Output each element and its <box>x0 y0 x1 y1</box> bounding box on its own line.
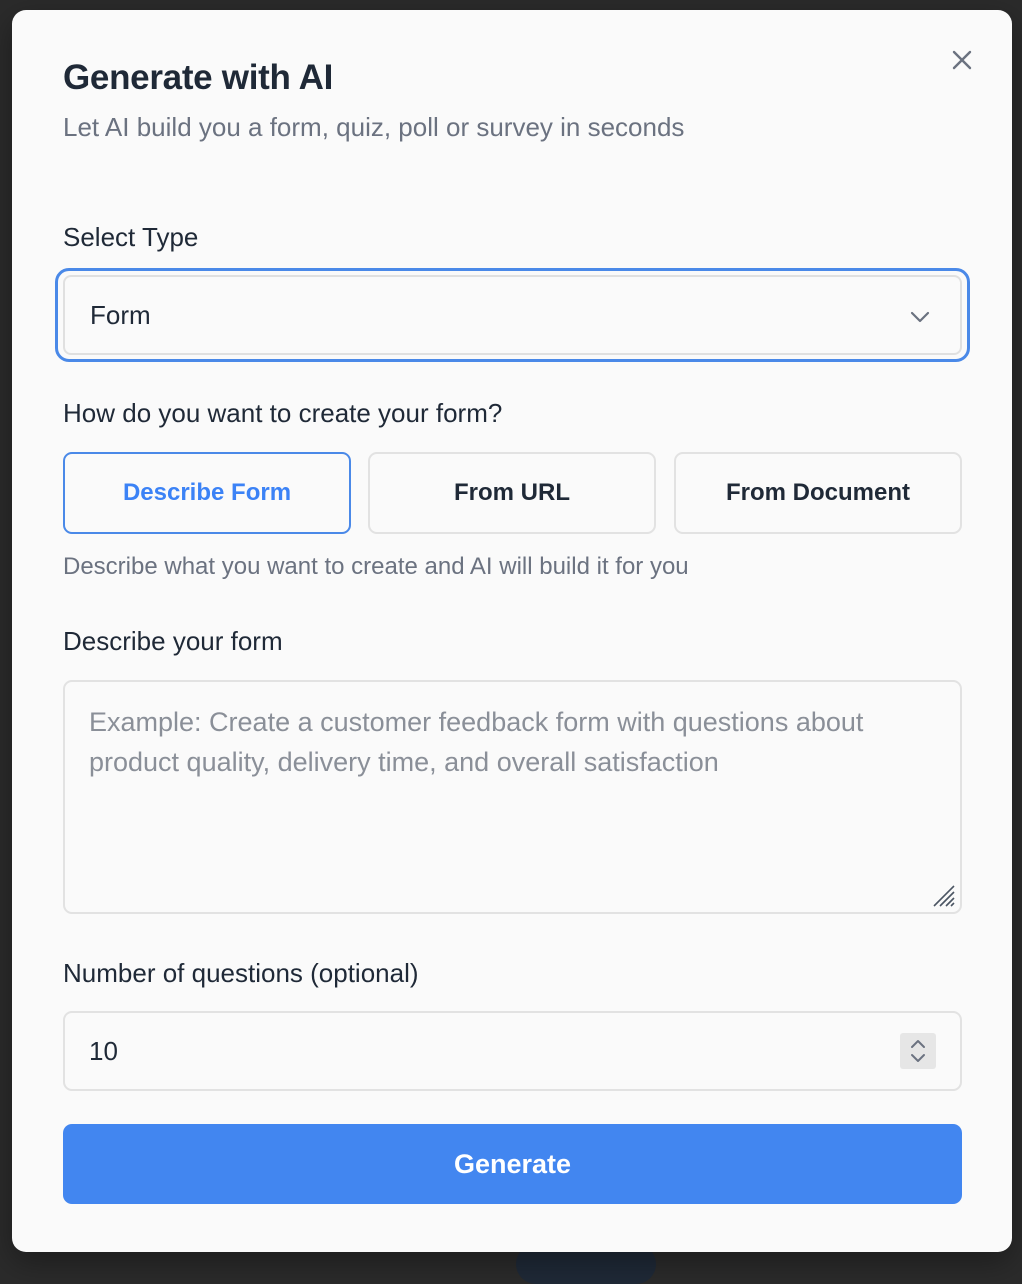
textarea-placeholder: Example: Create a customer feedback form… <box>89 707 864 777</box>
questions-count-value: 10 <box>89 1035 118 1066</box>
describe-form-button[interactable]: Describe Form <box>63 452 351 534</box>
generate-button[interactable]: Generate <box>63 1124 962 1204</box>
stepper-icon <box>911 1040 925 1062</box>
create-method-question: How do you want to create your form? <box>63 398 503 428</box>
close-icon <box>952 50 972 70</box>
questions-count-label: Number of questions (optional) <box>63 958 419 988</box>
form-description-textarea[interactable]: Example: Create a customer feedback form… <box>63 680 962 914</box>
describe-form-label: Describe your form <box>63 626 283 656</box>
resize-grip-icon[interactable] <box>930 882 956 908</box>
modal-title: Generate with AI <box>63 58 334 97</box>
chevron-down-icon <box>910 311 930 323</box>
create-method-hint: Describe what you want to create and AI … <box>63 553 689 580</box>
type-select[interactable]: Form <box>63 275 962 355</box>
questions-count-input[interactable]: 10 <box>63 1011 962 1091</box>
modal-subtitle: Let AI build you a form, quiz, poll or s… <box>63 112 685 142</box>
from-url-button[interactable]: From URL <box>368 452 656 534</box>
from-document-button[interactable]: From Document <box>674 452 962 534</box>
select-type-label: Select Type <box>63 222 199 252</box>
type-select-value: Form <box>90 299 151 330</box>
generate-ai-modal: Generate with AI Let AI build you a form… <box>12 10 1012 1252</box>
close-button[interactable] <box>948 46 976 74</box>
number-stepper[interactable] <box>900 1033 936 1069</box>
